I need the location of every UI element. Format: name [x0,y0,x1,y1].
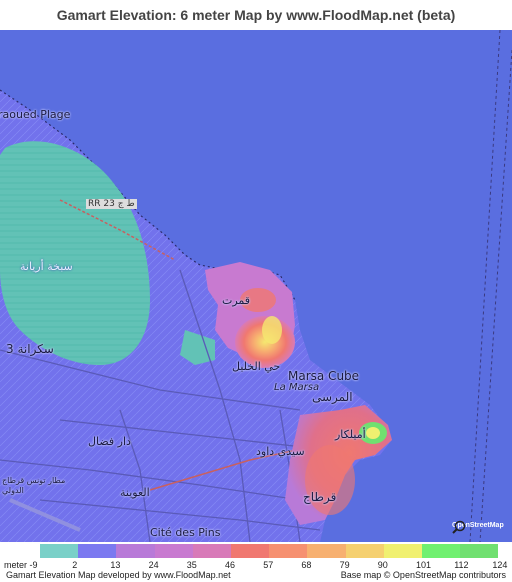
legend-swatch [307,544,346,558]
legend-tick-label: 2 [72,560,78,570]
legend-swatch [269,544,308,558]
legend-tick-label: 68 [301,560,312,570]
legend-swatch [421,544,461,558]
place-airport[interactable]: مطار تونس قرطاج الدولي [2,476,72,496]
legend-swatch [460,544,499,558]
place-marsa-cube[interactable]: Marsa Cube [288,369,359,383]
place-sidi-daoud[interactable]: سيدي داود [256,445,305,458]
place-amilcar[interactable]: أميلكار [335,428,366,441]
magnifier-icon [452,520,466,534]
gamart-summit [262,316,282,344]
legend-tick-label: meter -9 [4,560,38,570]
map-title: Gamart Elevation: 6 meter Map by www.Flo… [0,0,512,30]
place-sebkha[interactable]: سبخة أريانة [20,260,73,273]
place-dar-fadhal[interactable]: دار فضال [88,435,131,448]
place-al-marsa[interactable]: المرسى [312,390,353,404]
place-cite-des-pins[interactable]: Cité des Pins [150,526,220,539]
legend-tick-label: 101 [416,560,432,570]
legend-swatch [230,544,270,558]
legend-swatch [345,544,384,558]
legend-ticks: meter -9 2 13 24 35 46 57 68 79 90 101 112 124 [0,560,512,570]
place-gamart[interactable]: قمرت [222,294,250,307]
footer-credit[interactable]: Gamart Elevation Map developed by www.Fl… [6,570,231,580]
place-hay-khalil[interactable]: حي الخليل [232,360,280,373]
legend-tick-label: 112 [454,560,469,570]
legend-tick-label: 90 [377,560,388,570]
footer-basemap-credit[interactable]: Base map © OpenStreetMap contributors [341,570,506,580]
legend-swatch [383,544,422,558]
openstreetmap-logo[interactable]: OpenStreetMap [452,520,512,542]
legend-tick-label: 57 [263,560,274,570]
carthage-slope [305,445,355,515]
legend-tick-label: 46 [225,560,236,570]
place-raoued-plage[interactable]: raoued Plage [0,108,70,121]
legend-tick-label: 13 [110,560,121,570]
legend-swatch [78,544,117,558]
map-canvas [0,30,512,542]
legend-swatch [192,544,231,558]
legend-swatch [154,544,193,558]
legend-swatch [40,544,79,558]
carthage-summit-top [366,427,380,439]
legend-tick-label: 24 [148,560,159,570]
legend-color-bar [40,544,499,558]
place-soukra-3[interactable]: سكرانة 3 [6,342,54,356]
legend-tick-label: 79 [339,560,350,570]
legend-swatch [116,544,155,558]
legend-tick-label: 35 [186,560,197,570]
legend-tick-label: 124 [492,560,508,570]
elevation-map[interactable]: raoued Plage RR 23 ط ج سبخة أريانة سكران… [0,30,512,542]
road-rr23-label: RR 23 ط ج [86,199,137,209]
place-carthage[interactable]: قرطاج [303,490,336,504]
place-aouina[interactable]: العوينة [120,486,150,499]
